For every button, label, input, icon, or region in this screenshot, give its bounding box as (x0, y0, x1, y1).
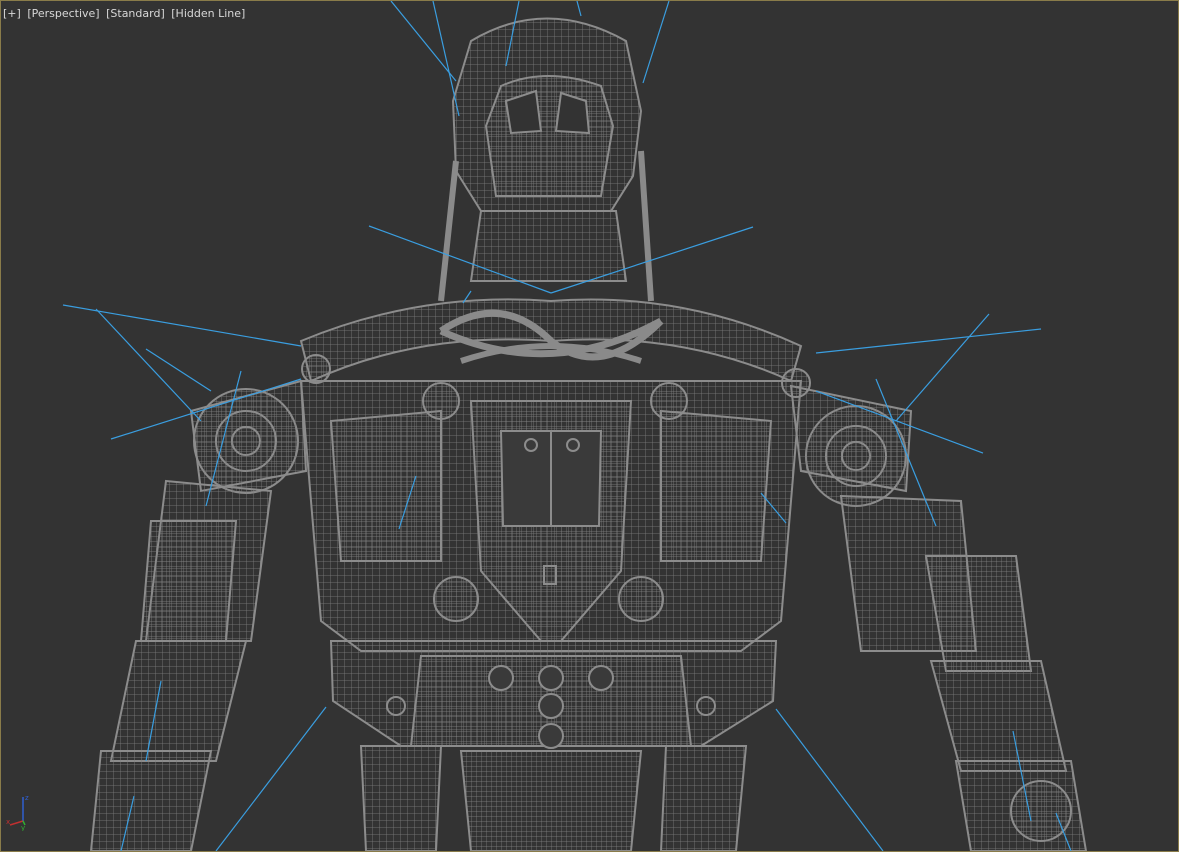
robot-head (438, 17, 654, 302)
x-axis-label: x (6, 818, 10, 826)
robot-left-arm (89, 354, 331, 851)
viewport-plus-menu[interactable]: [+] (3, 7, 21, 20)
viewport-shading-label[interactable]: [Standard] (106, 7, 165, 20)
robot-right-arm (781, 368, 1088, 851)
perspective-viewport[interactable]: [+] [Perspective] [Standard] [Hidden Lin… (0, 0, 1179, 852)
viewport-render-mode-label[interactable]: [Hidden Line] (171, 7, 245, 20)
viewport-view-label[interactable]: [Perspective] (27, 7, 99, 20)
robot-pelvis (329, 640, 778, 851)
y-axis-label: y (21, 824, 25, 831)
robot-torso (299, 380, 803, 652)
z-axis-label: z (25, 794, 29, 802)
robot-wireframe-model[interactable] (1, 1, 1178, 851)
axis-gizmo: z x y (6, 794, 29, 831)
robot-collar (299, 298, 803, 383)
viewport-label-bar: [+] [Perspective] [Standard] [Hidden Lin… (3, 7, 248, 20)
